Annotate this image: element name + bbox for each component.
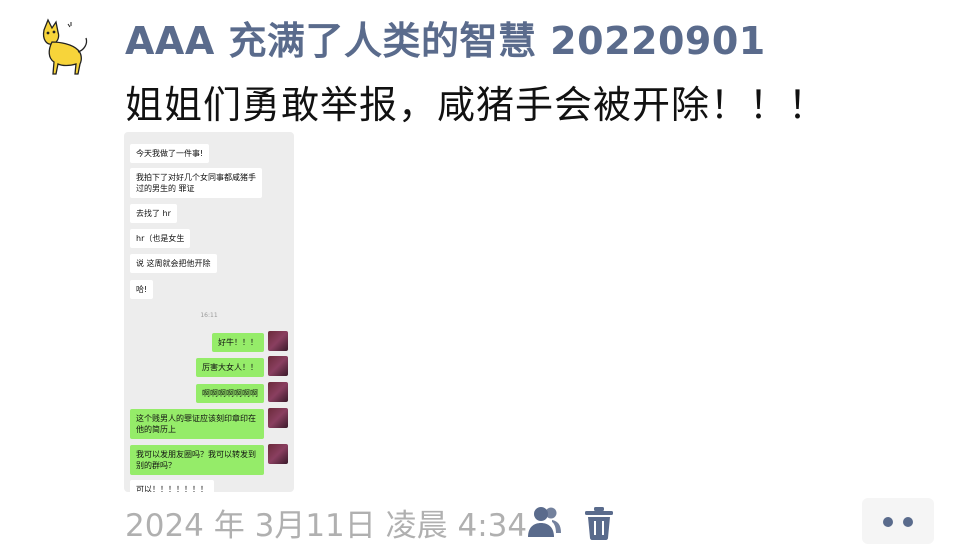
chat-message-outgoing: 这个贱男人的罪证应该刻印章印在他的简历上 (130, 409, 264, 439)
sender-avatar (268, 331, 288, 351)
sender-avatar (268, 382, 288, 402)
chat-message-incoming: 我拍下了对好几个女同事都咸猪手过的男生的 罪证 (130, 168, 262, 198)
chat-timestamp: 16:11 (200, 312, 218, 319)
chat-message-incoming: 去找了 hr (130, 204, 177, 223)
sender-avatar (268, 444, 288, 464)
chat-message-outgoing: 厉害大女人！！ (196, 358, 264, 377)
chat-message-incoming: 可以！！！！！！！ (130, 480, 214, 492)
chat-message-incoming: hr（也是女生 (130, 229, 191, 248)
author-name[interactable]: AAA 充满了人类的智慧 20220901 (125, 10, 766, 65)
chat-message-incoming: 哈! (130, 280, 154, 299)
chat-message-incoming: 今天我做了一件事! (130, 144, 210, 163)
people-icon[interactable] (525, 505, 563, 539)
cat-avatar-icon[interactable] (30, 16, 94, 80)
post-text: 姐姐们勇敢举报，咸猪手会被开除！！！ (125, 83, 828, 127)
sender-avatar (268, 408, 288, 428)
chat-message-outgoing: 啊啊啊啊啊啊啊 (196, 384, 264, 403)
trash-icon[interactable] (583, 506, 615, 540)
chat-screenshot-image[interactable]: 今天我做了一件事! 我拍下了对好几个女同事都咸猪手过的男生的 罪证 去找了 hr… (124, 132, 294, 492)
chat-message-outgoing: 好牛！！！ (212, 333, 264, 352)
chat-message-outgoing: 我可以发朋友圈吗？我可以转发到别的群吗？ (130, 445, 264, 475)
post-date: 2024 年 3月11日 凌晨 4:34 (125, 508, 528, 544)
chat-message-incoming: 说 这周就会把他开除 (130, 254, 217, 273)
more-dots-icon (883, 517, 893, 527)
sender-avatar (268, 356, 288, 376)
more-options-button[interactable] (862, 498, 934, 544)
more-dots-icon (903, 517, 913, 527)
